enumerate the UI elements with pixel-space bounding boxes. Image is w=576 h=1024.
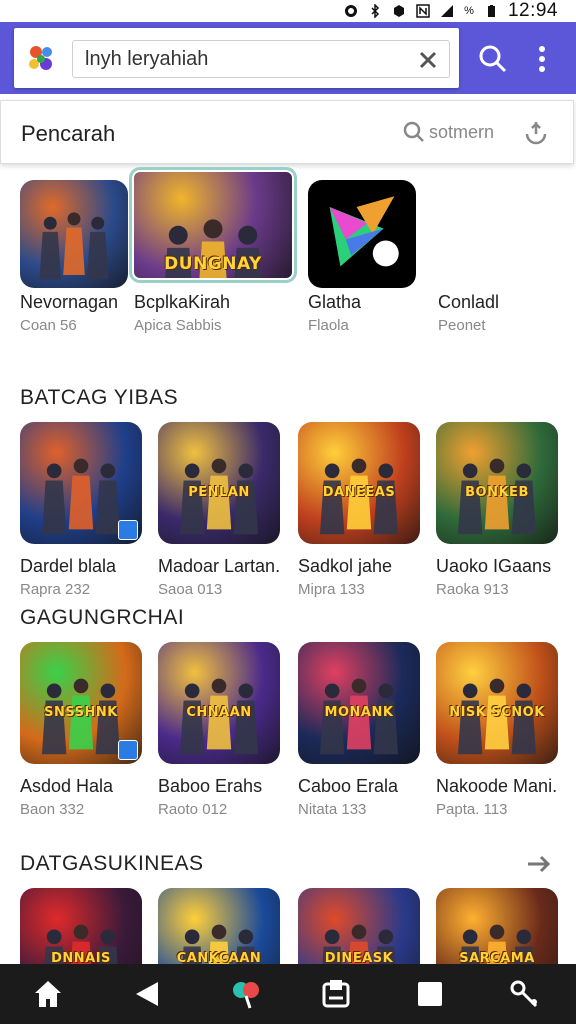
store-badge-icon — [118, 740, 138, 760]
app-icon-title-art: DANEEAS — [322, 485, 396, 500]
app-tile[interactable]: Nevornagan Coan 56 — [20, 180, 128, 334]
app-tile[interactable]: CHNAAN Baboo Erahs Raoto 012 — [158, 642, 280, 818]
app-icon-art — [20, 422, 142, 544]
app-subtitle: Raoka 913 — [436, 581, 509, 598]
app-icon-art: BONKEB — [436, 422, 558, 544]
library-icon[interactable] — [320, 978, 352, 1010]
app-name: Sadkol jahe — [298, 556, 393, 576]
app-tile[interactable]: Dardel blala Rapra 232 — [20, 422, 142, 598]
app-subtitle: Mipra 133 — [298, 581, 365, 598]
app-name: Nakoode Mani. — [436, 776, 558, 796]
discover-icon[interactable] — [230, 978, 262, 1010]
app-subtitle: Flaola — [308, 317, 349, 334]
notification-status-icon — [394, 5, 405, 17]
search-action[interactable]: sotmern — [403, 121, 494, 143]
app-icon-art — [20, 180, 128, 288]
app-subtitle: Rapra 232 — [20, 581, 91, 598]
store-badge-icon — [118, 520, 138, 540]
section-title: GAGUNGRCHAI — [20, 606, 185, 629]
app-icon-title-art: SNSSHNK — [44, 705, 118, 720]
app-subtitle: Saoa 013 — [158, 581, 223, 598]
status-bar: % 12:94 — [0, 0, 576, 22]
app-icon-art: SNSSHNK — [20, 642, 142, 764]
clear-icon[interactable] — [418, 50, 438, 70]
search-input[interactable] — [72, 40, 450, 78]
app-tile[interactable]: PENLAN Madoar Lartan. Saoa 013 — [158, 422, 280, 598]
app-icon-title-art: PENLAN — [188, 485, 250, 500]
app-name: Caboo Erala — [298, 776, 399, 796]
search-action-label: sotmern — [429, 121, 495, 142]
signal-status-icon — [441, 5, 454, 17]
bottom-navigation — [0, 964, 576, 1024]
app-name: Conladl — [438, 292, 500, 312]
app-tile[interactable]: Glatha Flaola — [308, 180, 416, 334]
battery-status-icon — [487, 5, 495, 17]
app-subtitle: Apica Sabbis — [134, 317, 222, 334]
app-icon-title-art: BONKEB — [465, 485, 529, 500]
app-name: Uaoko IGaans — [436, 556, 552, 576]
app-subtitle: Raoto 012 — [158, 801, 228, 818]
app-icon-title-art: DUNGNAY — [164, 254, 262, 274]
app-tile[interactable]: NISK SCNOK Nakoode Mani. Papta. 113 — [436, 642, 558, 818]
app-logo-art — [308, 180, 416, 288]
tools-icon[interactable] — [508, 978, 540, 1010]
nfc-status-icon — [416, 4, 430, 18]
app-tile[interactable]: DANEEAS Sadkol jahe Mipra 133 — [298, 422, 420, 598]
app-icon-art: DUNGNAY — [129, 167, 297, 283]
status-time: 12:94 — [507, 0, 558, 21]
back-icon[interactable] — [132, 978, 164, 1010]
app-tile[interactable]: DUNGNAY BcplkaKirah Apica Sabbis — [129, 167, 297, 334]
section-title: BATCAG YIBAS — [20, 386, 179, 409]
search-box — [14, 28, 459, 88]
app-icon-art: NISK SCNOK — [436, 642, 558, 764]
app-tile[interactable]: SNSSHNK Asdod Hala Baon 332 — [20, 642, 142, 818]
see-more-arrow-icon[interactable] — [526, 854, 552, 874]
app-name: Asdod Hala — [20, 776, 114, 796]
app-name: BcplkaKirah — [134, 292, 231, 312]
more-options-icon[interactable] — [532, 44, 552, 74]
recents-icon[interactable] — [414, 978, 446, 1010]
app-name: Nevornagan — [20, 292, 119, 312]
app-name: Baboo Erahs — [158, 776, 263, 796]
section-title: DATGASUKINEAS — [20, 852, 204, 875]
bluetooth-status-icon — [371, 4, 380, 18]
battery-label: % — [464, 5, 474, 17]
app-name: Glatha — [308, 292, 362, 312]
app-subtitle: Papta. 113 — [436, 801, 508, 818]
app-icon-title-art: MONANK — [324, 705, 394, 720]
app-icon-art: MONANK — [298, 642, 420, 764]
app-icon-title-art: NISK SCNOK — [449, 705, 545, 720]
search-results-header: Pencarah sotmern — [0, 100, 574, 164]
app-name: Madoar Lartan. — [158, 556, 281, 576]
app-subtitle: Baon 332 — [20, 801, 85, 818]
results-title: Pencarah — [21, 121, 116, 146]
app-icon-art: CHNAAN — [158, 642, 280, 764]
app-icon-art: DANEEAS — [298, 422, 420, 544]
app-subtitle: Nitata 133 — [298, 801, 367, 818]
app-subtitle: Coan 56 — [20, 317, 77, 334]
app-logo-icon — [29, 46, 52, 70]
app-name: Dardel blala — [20, 556, 117, 576]
search-icon[interactable] — [478, 44, 508, 74]
magnifier-icon — [403, 121, 424, 142]
camera-status-icon — [345, 5, 358, 17]
app-icon-art: PENLAN — [158, 422, 280, 544]
voice-search-icon[interactable] — [523, 120, 549, 146]
app-tile[interactable]: MONANK Caboo Erala Nitata 133 — [298, 642, 420, 818]
app-subtitle: Peonet — [438, 317, 486, 334]
app-tile[interactable]: BONKEB Uaoko IGaans Raoka 913 — [436, 422, 558, 598]
home-icon[interactable] — [32, 978, 64, 1010]
app-icon-title-art: CHNAAN — [186, 705, 252, 720]
search-app-bar — [0, 22, 576, 94]
